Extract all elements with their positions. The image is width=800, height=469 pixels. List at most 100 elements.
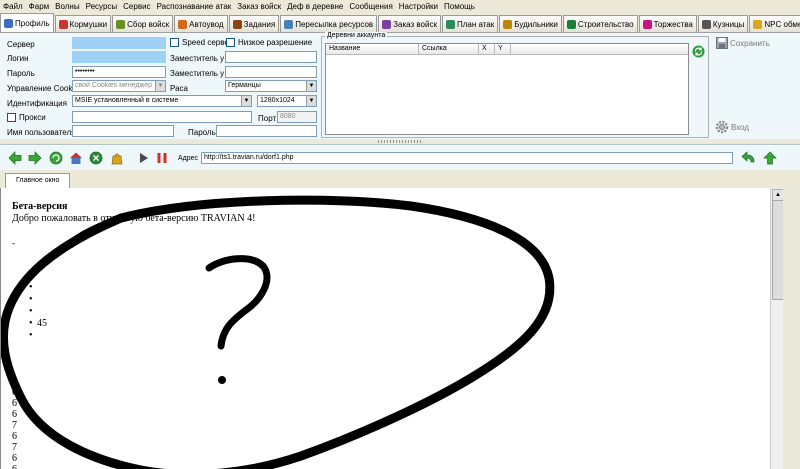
- deputy1-label: Заместитель у: [170, 54, 225, 63]
- tab-12[interactable]: NPC обмен: [749, 15, 800, 32]
- proxy-input[interactable]: [72, 111, 252, 123]
- tab-icon: [566, 19, 576, 29]
- menu-item[interactable]: Ресурсы: [83, 2, 121, 11]
- tab-icon: [753, 19, 763, 29]
- tab-label: Заказ войск: [393, 19, 437, 29]
- identification-label: Идентификация: [7, 99, 67, 108]
- gear-icon: [715, 120, 729, 134]
- tab-icon: [701, 19, 711, 29]
- tab-10[interactable]: Торжества: [638, 15, 697, 32]
- pause-icon[interactable]: [156, 152, 168, 164]
- tab-11[interactable]: Кузницы: [697, 15, 749, 32]
- port-input[interactable]: 8080: [277, 111, 317, 123]
- proxy-checkbox-row[interactable]: Прокси: [7, 113, 46, 122]
- tab-6[interactable]: Заказ войск: [378, 15, 441, 32]
- tab-icon: [232, 19, 242, 29]
- tab-4[interactable]: Задания: [228, 15, 280, 32]
- col-name[interactable]: Название: [326, 44, 419, 54]
- port-label: Порт: [258, 114, 277, 123]
- right-margin: [783, 188, 800, 469]
- tab-icon: [445, 19, 455, 29]
- tab-icon: [116, 19, 126, 29]
- tab-2[interactable]: Сбор войск: [112, 15, 174, 32]
- cookies-select[interactable]: свой Cookies менеджер ▼: [72, 80, 166, 92]
- back-arrow-icon[interactable]: [8, 151, 22, 165]
- server-input[interactable]: [72, 37, 166, 49]
- home-icon[interactable]: [69, 151, 83, 165]
- login-button-label: Вход: [731, 122, 750, 132]
- low-res-checkbox[interactable]: [226, 38, 235, 47]
- resolution-select[interactable]: 1280x1024 ▼: [257, 95, 317, 107]
- forward-arrow-icon[interactable]: [28, 151, 42, 165]
- tab-label: Задания: [243, 19, 276, 29]
- splitter-handle[interactable]: [378, 140, 422, 143]
- menu-item[interactable]: Волны: [52, 2, 82, 11]
- menu-item[interactable]: Фарм: [26, 2, 52, 11]
- up-arrow-icon[interactable]: [763, 151, 777, 165]
- navigation-toolbar: Адрес http://ts1.travian.ru/dorf1.php: [0, 144, 800, 171]
- tab-0[interactable]: Профиль: [0, 13, 54, 32]
- deputy1-input[interactable]: [225, 51, 317, 63]
- tab-label: Строительство: [577, 19, 634, 29]
- browser-tab-strip: Главное окно: [0, 170, 800, 189]
- bag-icon[interactable]: [110, 151, 124, 165]
- tab-icon: [58, 19, 68, 29]
- login-input[interactable]: [72, 51, 166, 63]
- deputy2-input[interactable]: [225, 66, 317, 78]
- menu-item[interactable]: Деф в деревне: [284, 2, 346, 11]
- tab-label: Кормушки: [69, 19, 108, 29]
- tab-8[interactable]: Будильники: [499, 15, 562, 32]
- tab-7[interactable]: План атак: [441, 15, 499, 32]
- login-button[interactable]: Вход: [715, 120, 749, 134]
- menu-item[interactable]: Настройки: [396, 2, 441, 11]
- tab-3[interactable]: Автоувод: [174, 15, 228, 32]
- tab-5[interactable]: Пересылка ресурсов: [280, 15, 378, 32]
- tab-icon: [4, 18, 13, 28]
- menu-bar: Файл Фарм Волны Ресурсы Сервис Распознавание …: [0, 0, 800, 13]
- menu-item[interactable]: Заказ войск: [234, 2, 284, 11]
- tab-label: Будильники: [514, 19, 558, 29]
- menu-item[interactable]: Сервис: [120, 2, 153, 11]
- menu-item[interactable]: Распознавание атак: [154, 2, 235, 11]
- low-res-row[interactable]: Низкое разрешение: [226, 38, 312, 47]
- speed-server-row[interactable]: Speed сервер: [170, 38, 233, 47]
- chevron-down-icon: ▼: [306, 81, 316, 91]
- reload-icon[interactable]: [49, 151, 63, 165]
- speed-server-checkbox[interactable]: [170, 38, 179, 47]
- content-scrollbar[interactable]: ▲: [770, 188, 784, 469]
- tab-9[interactable]: Строительство: [562, 15, 638, 32]
- villages-list[interactable]: Название Ссылка X Y: [325, 43, 689, 135]
- race-select[interactable]: Германцы ▼: [225, 80, 317, 92]
- play-icon[interactable]: [138, 152, 150, 164]
- chevron-down-icon: ▼: [155, 81, 165, 91]
- menu-item[interactable]: Файл: [0, 2, 26, 11]
- deputy2-label: Заместитель у: [170, 69, 225, 78]
- address-input[interactable]: http://ts1.travian.ru/dorf1.php: [201, 152, 733, 164]
- tab-label: Торжества: [653, 19, 693, 29]
- chevron-down-icon: ▼: [241, 96, 251, 106]
- refresh-icon[interactable]: [692, 45, 705, 58]
- identification-select[interactable]: MSIE установленный в системе ▼: [72, 95, 252, 107]
- stop-icon[interactable]: [89, 151, 103, 165]
- tab-label: NPC обмен: [764, 19, 800, 29]
- save-button[interactable]: Сохранить: [716, 37, 770, 49]
- tab-label: Профиль: [15, 18, 50, 28]
- proxy-checkbox[interactable]: [7, 113, 16, 122]
- go-arrow-icon[interactable]: [741, 151, 756, 165]
- menu-item[interactable]: Помощь: [441, 2, 478, 11]
- scribble-overlay: [1, 195, 555, 469]
- main-tab-strip: Профиль Кормушки Сбор войск Автоувод Задания…: [0, 13, 800, 33]
- col-y[interactable]: Y: [495, 44, 511, 54]
- cookies-select-value: свой Cookies менеджер: [75, 82, 152, 89]
- col-x[interactable]: X: [479, 44, 495, 54]
- username-label: Имя пользователя: [7, 128, 76, 137]
- tab-icon: [503, 19, 513, 29]
- tab-main-window[interactable]: Главное окно: [5, 173, 71, 189]
- menu-item[interactable]: Сообщения: [346, 2, 395, 11]
- proxy-password-input[interactable]: [216, 125, 317, 137]
- col-link[interactable]: Ссылка: [419, 44, 479, 54]
- identification-select-value: MSIE установленный в системе: [75, 97, 179, 104]
- tab-1[interactable]: Кормушки: [54, 15, 112, 32]
- password-input[interactable]: ••••••••: [72, 66, 166, 78]
- username-input[interactable]: [72, 125, 174, 137]
